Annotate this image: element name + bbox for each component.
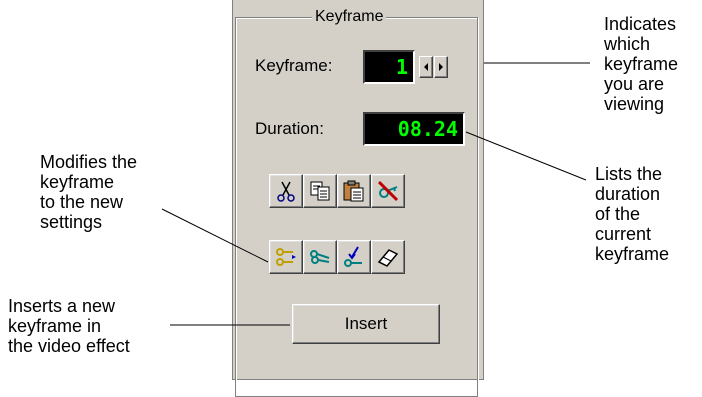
annotation-line: keyframe [40,172,115,192]
modify-callout-line [161,208,269,263]
duration-callout-line [465,131,587,181]
annotation-line: viewing [604,94,665,114]
annotation-line: Indicates [604,14,677,34]
annotation-line: which [604,34,651,54]
annotation-line: settings [40,212,103,232]
annotation-line: keyframe [604,54,679,74]
annotation-line: Inserts a new [8,296,116,316]
keyframe-annotation: Indicates which keyframe you are viewing [604,14,678,114]
annotation-line: Lists the [595,164,663,184]
annotation-line: Modifies the [40,152,138,172]
insert-annotation: Inserts a new keyframe in the video effe… [8,296,130,356]
annotation-line: keyframe [595,244,670,264]
annotation-line: keyframe in [8,316,102,336]
annotation-line: of the [595,204,641,224]
annotation-line: the video effect [8,336,130,356]
duration-annotation: Lists the duration of the current keyfra… [595,164,669,264]
modify-annotation: Modifies the keyframe to the new setting… [40,152,137,232]
annotation-line: current [595,224,652,244]
annotation-line: duration [595,184,661,204]
annotation-line: to the new [40,192,124,212]
annotation-line: you are [604,74,665,94]
